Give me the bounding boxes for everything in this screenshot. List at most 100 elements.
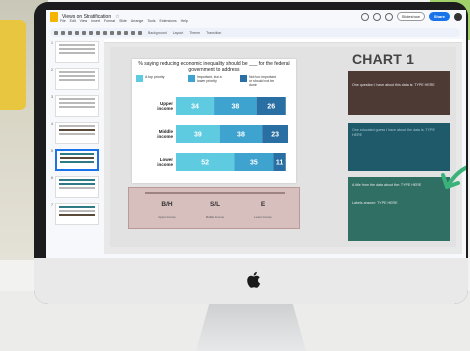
share-button[interactable]: Share bbox=[428, 12, 450, 21]
meet-icon[interactable] bbox=[384, 12, 393, 21]
menu-insert[interactable]: Insert bbox=[91, 19, 100, 23]
slide-thumbnail[interactable] bbox=[55, 176, 99, 198]
legend-label: Important, but a lower priority bbox=[197, 75, 222, 83]
labels-prompt-text: Labels answer: TYPE HERE bbox=[352, 201, 398, 205]
menu-arrange[interactable]: Arrange bbox=[131, 19, 143, 23]
filmstrip-item[interactable]: 4 bbox=[48, 122, 99, 144]
ruler bbox=[104, 39, 462, 43]
account-avatar[interactable] bbox=[454, 12, 462, 21]
menu-help[interactable]: Help bbox=[181, 19, 188, 23]
answer-label: Upper Income bbox=[158, 215, 176, 219]
menu-edit[interactable]: Edit bbox=[70, 19, 76, 23]
toolbar-theme[interactable]: Theme bbox=[189, 31, 200, 35]
bar-value-label: 11 bbox=[276, 160, 284, 167]
text-box-icon[interactable] bbox=[110, 30, 114, 35]
undo-icon[interactable] bbox=[68, 30, 72, 35]
slide-thumbnail[interactable] bbox=[55, 41, 99, 63]
slides-logo-icon[interactable] bbox=[50, 12, 58, 22]
slide-number: 2 bbox=[51, 68, 53, 72]
legend-item: Important, but a lower priority bbox=[188, 75, 225, 83]
chart-card[interactable]: % saying reducing economic inequality sh… bbox=[132, 59, 296, 183]
slide-number: 4 bbox=[51, 122, 53, 126]
bar-value-label: 23 bbox=[271, 132, 279, 139]
slide-number: 3 bbox=[51, 95, 53, 99]
toolbar-layout[interactable]: Layout bbox=[173, 31, 184, 35]
filmstrip-item[interactable]: 1 bbox=[48, 41, 99, 63]
print-icon[interactable] bbox=[82, 30, 86, 35]
filmstrip-item[interactable]: 7 bbox=[48, 203, 99, 225]
arrow-icon bbox=[441, 165, 466, 189]
title-panel[interactable]: A title from the data about the: TYPE HE… bbox=[348, 177, 450, 241]
slide-thumbnail-active[interactable] bbox=[55, 149, 99, 171]
slide-thumbnail[interactable] bbox=[55, 203, 99, 225]
legend-label: Not too important or should not be done bbox=[249, 75, 276, 87]
menu-slide[interactable]: Slide bbox=[119, 19, 127, 23]
history-icon[interactable] bbox=[360, 12, 369, 21]
answer-card[interactable]: B/H Upper Income S/L Middle Income E Low… bbox=[128, 187, 300, 229]
background-yellow-object bbox=[0, 20, 26, 110]
menu-view[interactable]: View bbox=[80, 19, 88, 23]
slide-thumbnail[interactable] bbox=[55, 95, 99, 117]
answer-prompt-line bbox=[145, 192, 285, 194]
filmstrip-item[interactable]: 2 bbox=[48, 68, 99, 90]
stacked-bar-chart: Upperincome 34 38 26Middleincome 39 38 23Lower… bbox=[157, 97, 288, 171]
menu-extensions[interactable]: Extensions bbox=[159, 19, 176, 23]
slide-number: 6 bbox=[51, 176, 53, 180]
search-icon[interactable] bbox=[54, 30, 58, 35]
menu-tools[interactable]: Tools bbox=[147, 19, 155, 23]
answer-label: Middle Income bbox=[205, 215, 225, 219]
answer-value: B/H bbox=[161, 201, 173, 208]
image-icon[interactable] bbox=[117, 30, 121, 35]
answer-value: E bbox=[260, 201, 266, 208]
monitor-stand bbox=[196, 304, 306, 351]
comment-add-icon[interactable] bbox=[138, 30, 142, 35]
legend-swatch bbox=[240, 75, 247, 82]
paint-format-icon[interactable] bbox=[89, 30, 93, 35]
select-icon[interactable] bbox=[103, 30, 107, 35]
guess-text: One educated guess I have about the data… bbox=[352, 128, 435, 137]
bar-value-label: 38 bbox=[231, 104, 239, 111]
legend-swatch bbox=[188, 75, 195, 82]
menu-bar: File Edit View Insert Format Slide Arran… bbox=[60, 19, 188, 23]
menu-file[interactable]: File bbox=[60, 19, 66, 23]
bar-value-label: 39 bbox=[194, 132, 202, 139]
slide-filmstrip: 1 2 3 4 5 6 7 bbox=[46, 39, 102, 258]
bar-value-label: 38 bbox=[237, 132, 245, 139]
legend-item: Not too important or should not be done bbox=[240, 75, 277, 87]
question-panel[interactable]: One question I have about this data is: … bbox=[348, 71, 450, 115]
answer-column: B/H Upper Income bbox=[147, 201, 187, 219]
chart-heading: CHART 1 bbox=[352, 51, 415, 67]
new-slide-icon[interactable] bbox=[61, 30, 65, 35]
answer-value: S/L bbox=[209, 201, 221, 208]
shape-icon[interactable] bbox=[124, 30, 128, 35]
category-label: income bbox=[157, 106, 173, 111]
chart-title: % saying reducing economic inequality sh… bbox=[138, 61, 290, 73]
apple-logo-icon bbox=[244, 270, 264, 292]
guess-panel[interactable]: One educated guess I have about the data… bbox=[348, 123, 450, 171]
answer-column: S/L Middle Income bbox=[195, 201, 235, 219]
comment-icon[interactable] bbox=[372, 12, 381, 21]
slide[interactable]: % saying reducing economic inequality sh… bbox=[110, 47, 466, 247]
bar-value-label: 35 bbox=[250, 160, 258, 167]
category-label: income bbox=[157, 162, 173, 167]
answer-label: Lower Income bbox=[254, 215, 272, 219]
slide-thumbnail[interactable] bbox=[55, 68, 99, 90]
toolbar-background[interactable]: Background bbox=[148, 31, 167, 35]
question-text: One question I have about this data is: … bbox=[352, 83, 435, 87]
slide-number: 5 bbox=[51, 149, 53, 153]
filmstrip-item[interactable]: 3 bbox=[48, 95, 99, 117]
toolbar: Background Layout Theme Transition bbox=[50, 28, 460, 37]
redo-icon[interactable] bbox=[75, 30, 79, 35]
category-label: income bbox=[157, 134, 173, 139]
slideshow-button[interactable]: Slideshow bbox=[396, 12, 425, 21]
bar-value-label: 34 bbox=[191, 104, 199, 111]
filmstrip-item[interactable]: 5 bbox=[48, 149, 99, 171]
zoom-icon[interactable] bbox=[96, 30, 100, 35]
slide-thumbnail[interactable] bbox=[55, 122, 99, 144]
slide-canvas: % saying reducing economic inequality sh… bbox=[104, 39, 466, 254]
menu-format[interactable]: Format bbox=[104, 19, 115, 23]
toolbar-transition[interactable]: Transition bbox=[206, 31, 221, 35]
filmstrip-item[interactable]: 6 bbox=[48, 176, 99, 198]
line-icon[interactable] bbox=[131, 30, 135, 35]
bar-value-label: 26 bbox=[267, 104, 275, 111]
